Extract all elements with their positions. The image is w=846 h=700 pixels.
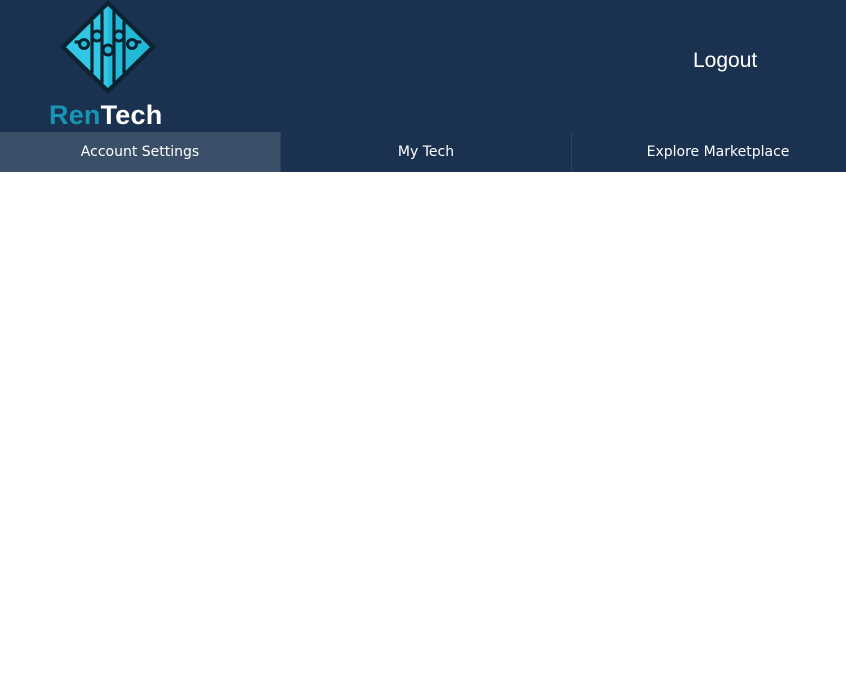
- tab-my-tech[interactable]: My Tech: [281, 132, 572, 172]
- brand-wordmark-ren: Ren: [49, 100, 101, 130]
- tab-explore-marketplace[interactable]: Explore Marketplace: [572, 132, 846, 172]
- brand-wordmark: RenTech: [49, 100, 162, 130]
- main-nav: Account Settings My Tech Explore Marketp…: [0, 132, 846, 172]
- logout-link[interactable]: Logout: [693, 48, 757, 74]
- brand-logo[interactable]: RenTech: [48, 0, 173, 130]
- main-content: [0, 172, 846, 700]
- tab-account-settings[interactable]: Account Settings: [0, 132, 281, 172]
- app-header: RenTech Logout: [0, 0, 846, 132]
- brand-wordmark-tech: Tech: [100, 100, 163, 130]
- circuit-diamond-icon: [60, 0, 156, 94]
